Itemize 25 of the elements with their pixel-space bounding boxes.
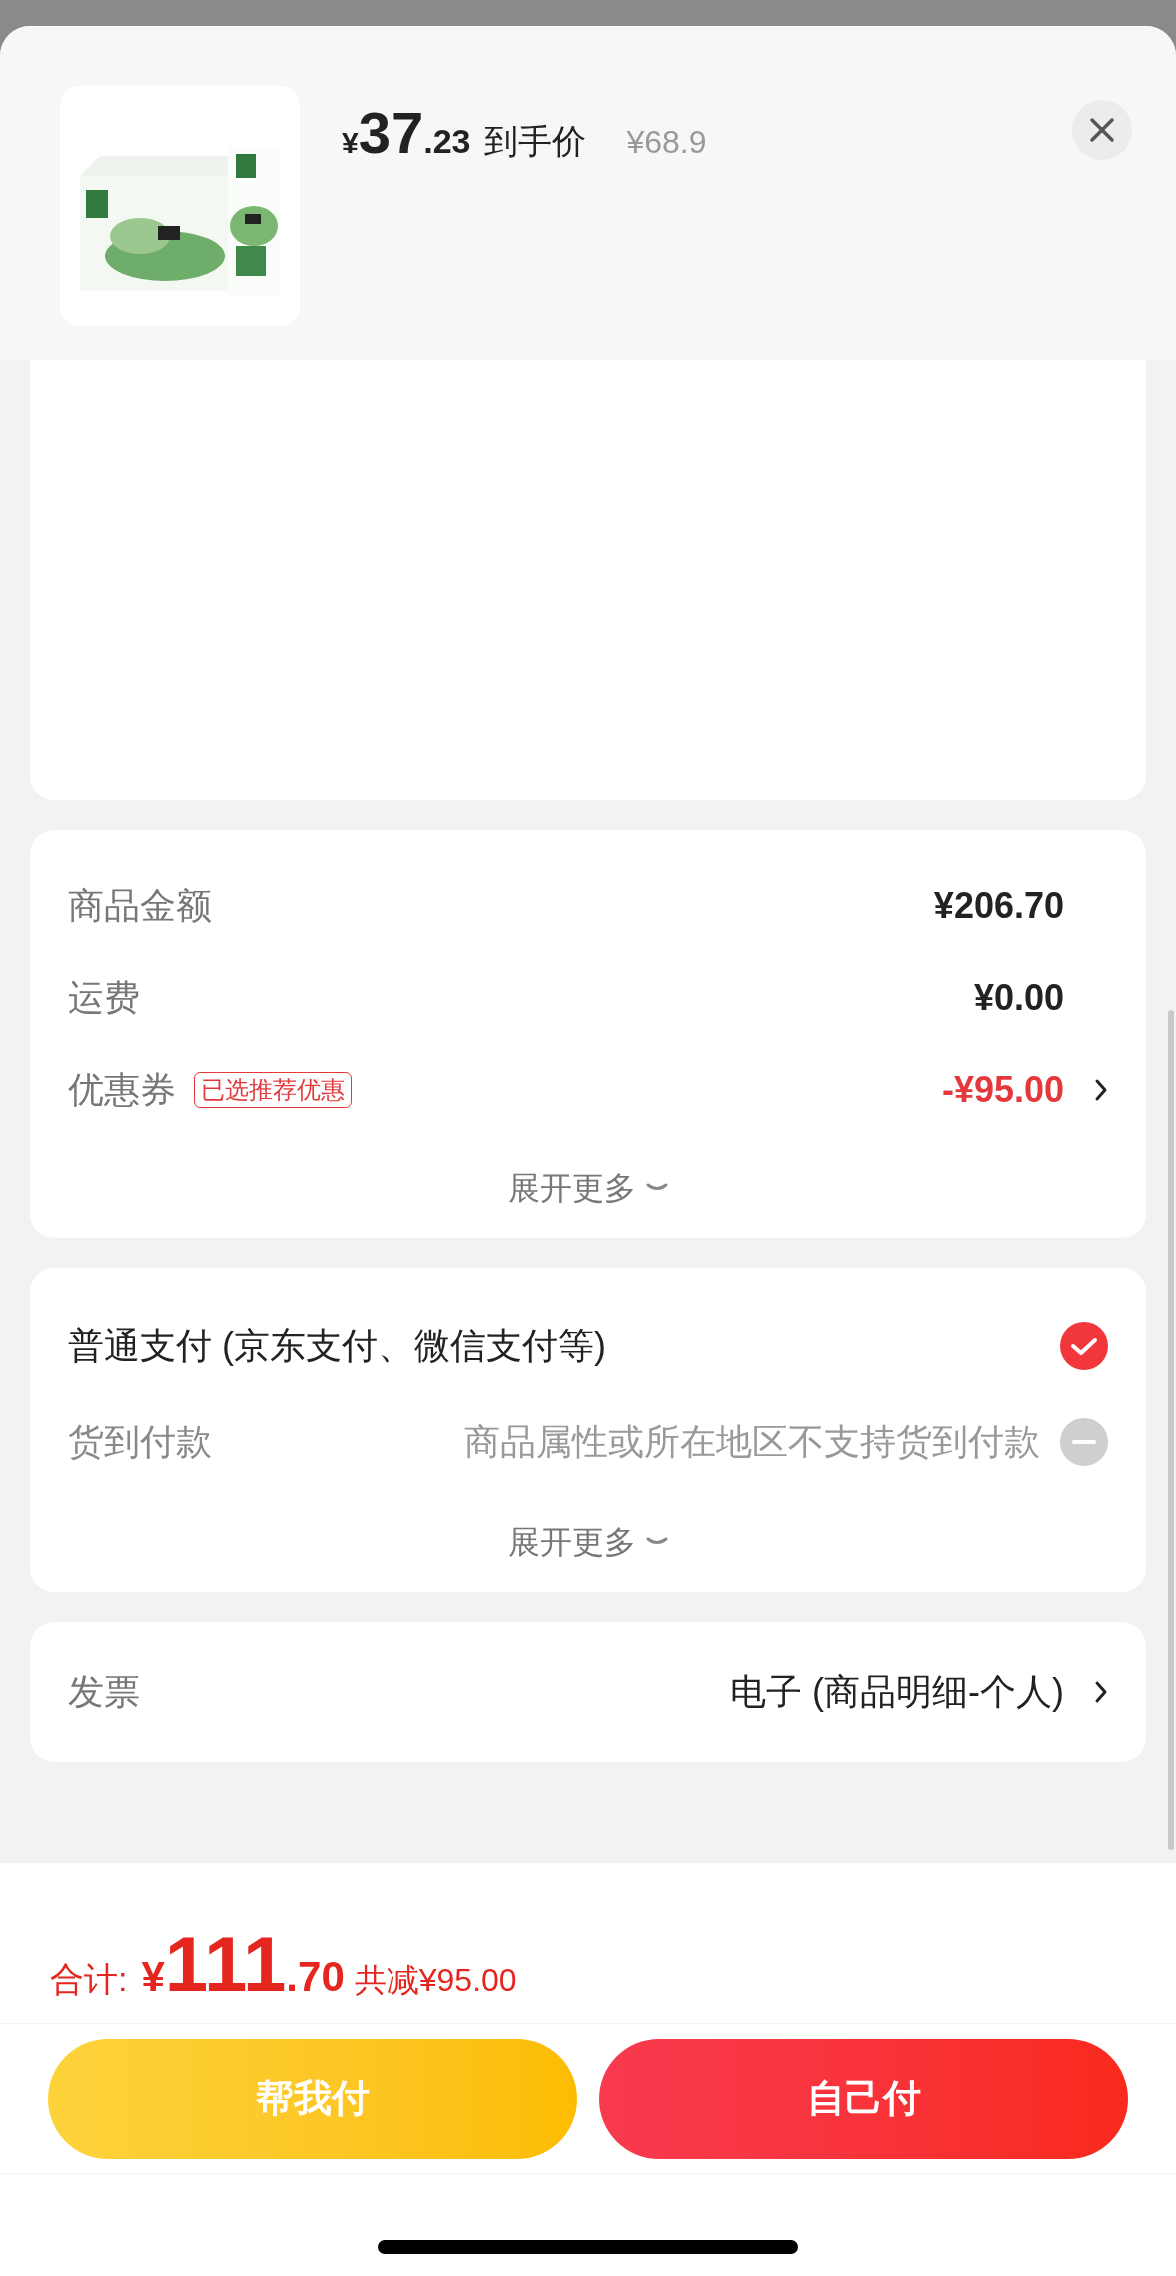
original-price: ¥68.9 [626, 126, 707, 158]
recommended-tag: 已选推荐优惠 [194, 1072, 352, 1108]
total-price: ¥111.70 [141, 1925, 345, 2003]
chevron-icon[interactable] [1094, 1680, 1108, 1704]
row-value: ¥206.70 [933, 884, 1064, 928]
row-value: ¥0.00 [973, 976, 1064, 1020]
row-value: -¥95.00 [941, 1068, 1064, 1112]
option-note: 商品属性或所在地区不支持货到付款 [464, 1420, 1040, 1464]
price-label: 到手价 [484, 124, 587, 158]
row-value: 电子 (商品明细-个人) [730, 1670, 1064, 1714]
chevron-icon[interactable] [1094, 1078, 1108, 1102]
total-discount: 共减¥95.00 [354, 1961, 517, 2000]
close-icon [1089, 117, 1115, 143]
pay-myself-button[interactable]: 自己付 [599, 2038, 1128, 2159]
row-label: 商品金额 [68, 884, 212, 928]
expand-more-button[interactable]: 展开更多 [508, 1512, 668, 1572]
option-label: 普通支付 (京东支付、微信支付等) [68, 1324, 606, 1368]
option-label: 货到付款 [68, 1420, 212, 1464]
total-label: 合计: [50, 1959, 128, 2000]
row-label: 优惠券 [68, 1068, 176, 1112]
checkmark-icon[interactable] [1060, 1322, 1108, 1370]
row-label: 运费 [68, 976, 140, 1020]
deal-price: ¥37.23 [342, 104, 471, 162]
expand-more-button[interactable]: 展开更多 [508, 1158, 668, 1218]
row-label: 发票 [68, 1670, 140, 1714]
